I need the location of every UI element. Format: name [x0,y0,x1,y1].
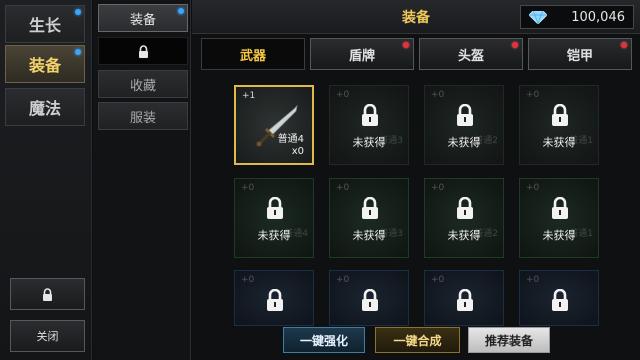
close-label: 关闭 [36,330,59,343]
equipment-slot-locked[interactable]: +0 普通1 未获得 [519,178,599,258]
tab-shield-label: 盾牌 [348,48,375,64]
subnav-collection-label: 收藏 [129,78,156,94]
item-level: +0 [336,183,350,193]
lock-icon [362,197,378,219]
enhance-all-label: 一键强化 [299,333,348,348]
item-level: +0 [431,183,445,193]
tab-helmet-label: 头盔 [457,48,484,64]
tab-armor-label: 铠甲 [566,48,593,64]
lock-icon [552,104,568,126]
tab-weapon[interactable]: 武器 [201,38,305,70]
enhance-all-button[interactable]: 一键强化 [283,327,365,353]
not-obtained-label: 未获得 [542,136,576,149]
tab-growth-label: 生长 [28,16,61,35]
lock-icon [552,197,568,219]
notification-dot [621,42,627,48]
item-level: +0 [431,90,445,100]
equipment-slot-locked[interactable]: +0 普通2 未获得 [424,85,504,165]
lock-icon [267,289,283,311]
item-level: +0 [241,183,255,193]
subnav-equipment[interactable]: 装备 [98,4,188,32]
tab-weapon-label: 武器 [239,48,266,64]
lock-icon [362,289,378,311]
not-obtained-label: 未获得 [352,136,386,149]
equipment-slot-locked[interactable]: +0 [329,270,409,326]
recommend-equipment-label: 推荐装备 [484,333,533,348]
combine-all-label: 一键合成 [393,333,442,348]
item-level: +0 [241,275,255,285]
close-button[interactable]: 关闭 [10,320,85,352]
subnav-equipment-label: 装备 [129,12,156,28]
item-level: +0 [526,90,540,100]
not-obtained-label: 未获得 [447,136,481,149]
notification-dot [403,42,409,48]
lock-icon [267,197,283,219]
tab-shield[interactable]: 盾牌 [310,38,414,70]
notification-dot [178,8,184,14]
equipment-slot-selected[interactable]: +1 普通4 x0 [234,85,314,165]
not-obtained-label: 未获得 [257,229,291,242]
tab-armor[interactable]: 铠甲 [528,38,632,70]
subnav-costume[interactable]: 服装 [98,102,188,130]
item-level: +0 [526,275,540,285]
item-count: x0 [291,146,304,157]
lock-icon [457,289,473,311]
item-level: +0 [526,183,540,193]
item-level: +1 [242,91,256,101]
lock-button[interactable] [10,278,85,310]
item-label: 普通4 x0 [278,134,304,158]
tab-helmet[interactable]: 头盔 [419,38,523,70]
subnav-locked[interactable] [98,37,188,65]
equipment-slot-locked[interactable]: +0 普通1 未获得 [519,85,599,165]
equipment-slot-locked[interactable]: +0 普通3 未获得 [329,178,409,258]
lock-icon [43,287,52,301]
tab-equipment[interactable]: 装备 [5,45,85,83]
gem-count: 100,046 [571,9,625,25]
lock-icon [552,289,568,311]
lock-icon [138,44,148,58]
notification-dot [512,42,518,48]
equipment-slot-locked[interactable]: +0 [424,270,504,326]
lock-icon [362,104,378,126]
not-obtained-label: 未获得 [542,229,576,242]
tab-growth[interactable]: 生长 [5,5,85,43]
tab-magic[interactable]: 魔法 [5,88,85,126]
gem-counter: 100,046 [520,5,634,29]
subnav-costume-label: 服装 [129,110,156,126]
item-level: +0 [336,275,350,285]
equipment-slot-locked[interactable]: +0 [519,270,599,326]
item-level: +0 [431,275,445,285]
tab-magic-label: 魔法 [28,99,61,118]
item-level: +0 [336,90,350,100]
equipment-slot-locked[interactable]: +0 [234,270,314,326]
item-name: 普通4 [277,134,304,145]
equipment-slot-locked[interactable]: +0 普通4 未获得 [234,178,314,258]
lock-icon [457,197,473,219]
recommend-equipment-button[interactable]: 推荐装备 [468,327,550,353]
notification-dot [75,9,81,15]
not-obtained-label: 未获得 [447,229,481,242]
subnav-collection[interactable]: 收藏 [98,70,188,98]
combine-all-button[interactable]: 一键合成 [375,327,460,353]
lock-icon [457,104,473,126]
gem-icon [529,11,547,24]
equipment-slot-locked[interactable]: +0 普通3 未获得 [329,85,409,165]
not-obtained-label: 未获得 [352,229,386,242]
equipment-slot-locked[interactable]: +0 普通2 未获得 [424,178,504,258]
notification-dot [75,49,81,55]
tab-equipment-label: 装备 [28,56,61,75]
